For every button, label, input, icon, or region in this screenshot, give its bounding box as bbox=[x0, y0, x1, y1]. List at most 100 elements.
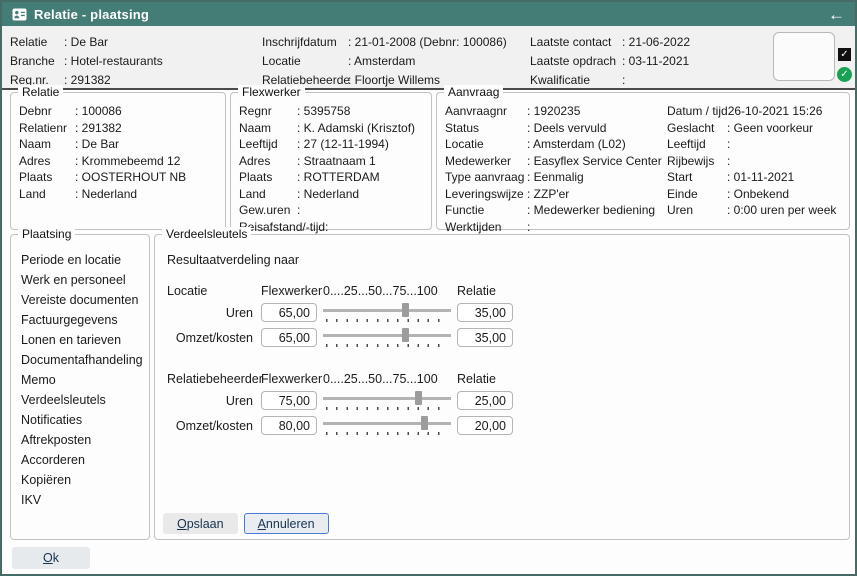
plaatsing-sidebar-legend: Plaatsing bbox=[18, 227, 75, 242]
info-row: Datum / tijd26-10-2021 15:26 bbox=[667, 103, 836, 120]
row-label: Uren bbox=[167, 394, 255, 408]
slider-handle[interactable] bbox=[402, 328, 409, 342]
info-row: Plaats: ROTTERDAM bbox=[239, 169, 431, 186]
aanvraag-panel-legend: Aanvraag bbox=[444, 85, 503, 100]
slider-track bbox=[323, 422, 451, 425]
sidebar-item-notificaties[interactable]: Notificaties bbox=[21, 410, 149, 430]
relatiebeheerder-uren-relatie-input[interactable] bbox=[457, 391, 513, 410]
relatie-panel: Relatie Debnr: 100086 Relatienr: 291382 … bbox=[10, 92, 226, 230]
info-row: Land: Nederland bbox=[19, 186, 225, 203]
save-button[interactable]: Opslaan bbox=[163, 513, 238, 534]
result-distribution-title: Resultaatverdeling naar bbox=[167, 253, 849, 267]
cancel-button[interactable]: Annuleren bbox=[244, 513, 329, 534]
relatiebeheerder-uren-row: Uren bbox=[167, 390, 849, 411]
info-row: Locatie: Amsterdam (L02) bbox=[445, 136, 667, 153]
sidebar-item-verdeelsleutels[interactable]: Verdeelsleutels bbox=[21, 390, 149, 410]
info-row-branche: Branche: Hotel-restaurants bbox=[10, 52, 163, 71]
ok-button[interactable]: Ok bbox=[12, 547, 90, 569]
locatie-uren-flexwerker-input[interactable] bbox=[261, 303, 317, 322]
relatiebeheerder-omzet-flexwerker-input[interactable] bbox=[261, 416, 317, 435]
checkbox-checked-icon[interactable]: ✓ bbox=[838, 48, 851, 61]
locatie-omzet-flexwerker-input[interactable] bbox=[261, 328, 317, 347]
info-row: Werktijden: bbox=[445, 219, 667, 236]
info-row: Debnr: 100086 bbox=[19, 103, 225, 120]
slider-track bbox=[323, 334, 451, 337]
info-row-laatste-contact: Laatste contact: 21-06-2022 bbox=[530, 33, 690, 52]
sidebar-item-accorderen[interactable]: Accorderen bbox=[21, 450, 149, 470]
sidebar-item-ikv[interactable]: IKV bbox=[21, 490, 149, 510]
info-row: Regnr: 5395758 bbox=[239, 103, 431, 120]
info-row: Rijbewijs: bbox=[667, 153, 836, 170]
relation-header: Relatie: De Bar Branche: Hotel-restauran… bbox=[2, 26, 855, 90]
aanvraag-left-column: Aanvraagnr: 1920235 Status: Deels vervul… bbox=[445, 103, 667, 235]
info-row: Type aanvraag: Eenmalig bbox=[445, 169, 667, 186]
info-row: Uren: 0:00 uren per week bbox=[667, 202, 836, 219]
verdeelsleutels-panel: Verdeelsleutels Resultaatverdeling naar … bbox=[154, 234, 850, 540]
contact-card-icon bbox=[12, 8, 27, 21]
info-row: Functie: Medewerker bediening bbox=[445, 202, 667, 219]
slider-track bbox=[323, 309, 451, 312]
info-row: Geslacht: Geen voorkeur bbox=[667, 120, 836, 137]
sidebar-item-kopieren[interactable]: Kopiëren bbox=[21, 470, 149, 490]
sidebar-item-factuurgegevens[interactable]: Factuurgegevens bbox=[21, 310, 149, 330]
locatie-uren-slider[interactable] bbox=[323, 302, 451, 323]
sidebar-item-vereiste-documenten[interactable]: Vereiste documenten bbox=[21, 290, 149, 310]
approved-check-icon: ✓ bbox=[837, 67, 852, 82]
slider-ticks bbox=[326, 319, 448, 322]
info-row-laatste-opdracht: Laatste opdrach: 03-11-2021 bbox=[530, 52, 690, 71]
header-column-2: Inschrijfdatum: 21-01-2008 (Debnr: 10008… bbox=[262, 33, 507, 90]
slider-handle[interactable] bbox=[415, 391, 422, 405]
info-row: Naam: De Bar bbox=[19, 136, 225, 153]
sidebar-item-documentafhandeling[interactable]: Documentafhandeling bbox=[21, 350, 149, 370]
relatiebeheerder-uren-slider[interactable] bbox=[323, 390, 451, 411]
plaatsing-sidebar: Plaatsing Periode en locatie Werk en per… bbox=[10, 234, 150, 540]
sidebar-item-periode-en-locatie[interactable]: Periode en locatie bbox=[21, 250, 149, 270]
info-row-kwalificatie: Kwalificatie: bbox=[530, 71, 690, 90]
sidebar-item-lonen-en-tarieven[interactable]: Lonen en tarieven bbox=[21, 330, 149, 350]
info-row: Plaats: OOSTERHOUT NB bbox=[19, 169, 225, 186]
header-column-3: Laatste contact: 21-06-2022 Laatste opdr… bbox=[530, 33, 690, 90]
slider-handle[interactable] bbox=[402, 303, 409, 317]
locatie-uren-relatie-input[interactable] bbox=[457, 303, 513, 322]
slider-track bbox=[323, 397, 451, 400]
flexwerker-panel-legend: Flexwerker bbox=[238, 85, 305, 100]
info-row: Start: 01-11-2021 bbox=[667, 169, 836, 186]
row-label: Omzet/kosten bbox=[167, 419, 255, 433]
relatiebeheerder-omzet-relatie-input[interactable] bbox=[457, 416, 513, 435]
relatiebeheerder-uren-flexwerker-input[interactable] bbox=[261, 391, 317, 410]
verdeelsleutels-panel-legend: Verdeelsleutels bbox=[162, 227, 251, 242]
info-row: Aanvraagnr: 1920235 bbox=[445, 103, 667, 120]
locatie-omzet-slider[interactable] bbox=[323, 327, 451, 348]
row-label: Omzet/kosten bbox=[167, 331, 255, 345]
relatiebeheerder-omzet-slider[interactable] bbox=[323, 415, 451, 436]
group-name: Relatiebeheerder bbox=[167, 372, 255, 386]
info-row: Reisafstand/-tijd: bbox=[239, 219, 431, 236]
scale-header: 0....25...50...75...100 bbox=[323, 284, 451, 298]
relatie-panel-legend: Relatie bbox=[18, 85, 63, 100]
locatie-uren-row: Uren bbox=[167, 302, 849, 323]
relatie-column-header: Relatie bbox=[457, 372, 513, 386]
info-row: Leveringswijze: ZZP'er bbox=[445, 186, 667, 203]
relatiebeheerder-group-header: Relatiebeheerder Flexwerker 0....25...50… bbox=[167, 372, 849, 386]
back-arrow-button[interactable]: ← bbox=[828, 6, 845, 23]
aanvraag-panel: Aanvraag Aanvraagnr: 1920235 Status: Dee… bbox=[436, 92, 850, 230]
info-row-relatie: Relatie: De Bar bbox=[10, 33, 163, 52]
info-row: Status: Deels vervuld bbox=[445, 120, 667, 137]
slider-handle[interactable] bbox=[421, 416, 428, 430]
info-row: Leeftijd: bbox=[667, 136, 836, 153]
flexwerker-panel: Flexwerker Regnr: 5395758 Naam: K. Adams… bbox=[230, 92, 432, 230]
flexwerker-column-header: Flexwerker bbox=[261, 372, 317, 386]
locatie-omzet-relatie-input[interactable] bbox=[457, 328, 513, 347]
sidebar-item-aftrekposten[interactable]: Aftrekposten bbox=[21, 430, 149, 450]
sidebar-item-werk-en-personeel[interactable]: Werk en personeel bbox=[21, 270, 149, 290]
locatie-omzet-row: Omzet/kosten bbox=[167, 327, 849, 348]
group-name: Locatie bbox=[167, 284, 255, 298]
row-label: Uren bbox=[167, 306, 255, 320]
info-row: Adres: Krommebeemd 12 bbox=[19, 153, 225, 170]
info-row-inschrijfdatum: Inschrijfdatum: 21-01-2008 (Debnr: 10008… bbox=[262, 33, 507, 52]
relatiebeheerder-omzet-row: Omzet/kosten bbox=[167, 415, 849, 436]
sidebar-item-memo[interactable]: Memo bbox=[21, 370, 149, 390]
info-row: Gew.uren: bbox=[239, 202, 431, 219]
slider-ticks bbox=[326, 344, 448, 347]
info-row: Adres: Straatnaam 1 bbox=[239, 153, 431, 170]
